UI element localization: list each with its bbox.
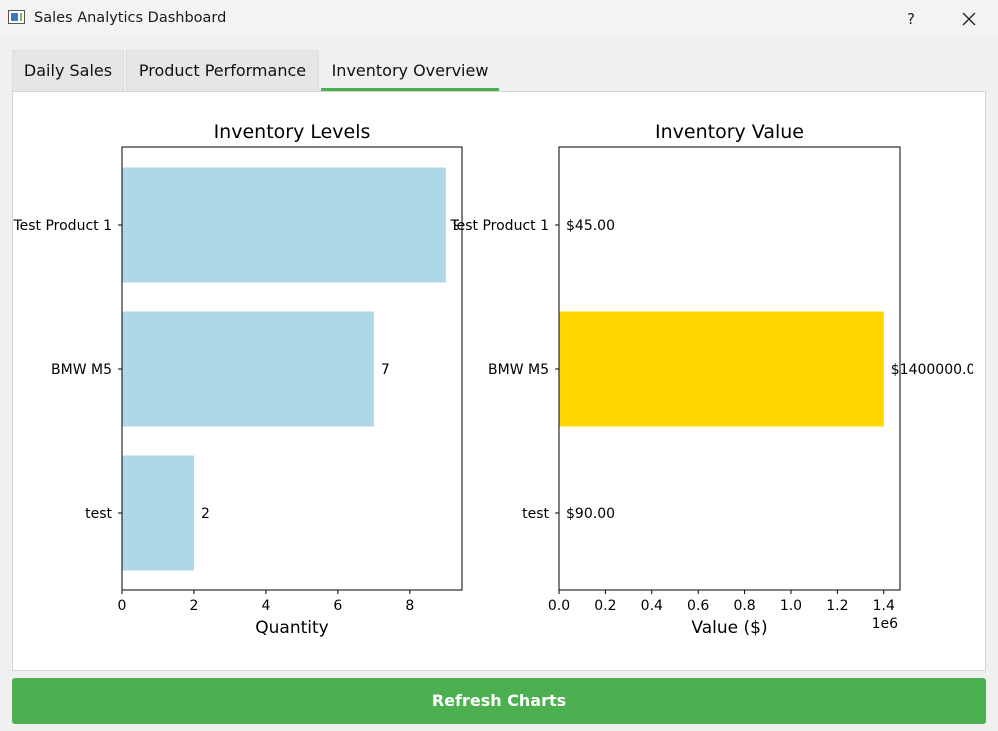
x-axis-label: Quantity [255,618,328,638]
data-label: $45.00 [566,218,615,234]
x-tick-label: 4 [261,598,270,614]
bar [122,167,446,283]
y-tick-label: test [522,506,549,522]
close-button[interactable] [955,6,983,32]
chart-title: Inventory Levels [214,121,371,143]
data-label: 2 [201,506,210,522]
window-title: Sales Analytics Dashboard [34,10,227,26]
x-tick-label: 0 [118,598,127,614]
close-icon [962,12,976,26]
x-tick-label: 1.0 [780,598,802,614]
x-tick-label: 0.6 [687,598,709,614]
x-tick-label: 0.0 [548,598,570,614]
data-label: 7 [381,362,390,378]
y-tick-label: BMW M5 [488,362,549,378]
tab-daily-sales[interactable]: Daily Sales [12,50,124,91]
x-tick-label: 0.2 [594,598,616,614]
y-tick-label: Test Product 1 [13,218,112,234]
x-tick-label: 6 [333,598,342,614]
help-button[interactable]: ? [896,6,926,32]
y-tick-label: test [85,506,112,522]
bar [122,455,194,571]
x-tick-label: 1.2 [826,598,848,614]
x-tick-label: 2 [189,598,198,614]
x-tick-label: 8 [405,598,414,614]
x-axis-label: Value ($) [691,618,767,638]
tab-product-performance[interactable]: Product Performance [126,50,319,91]
title-bar: Sales Analytics Dashboard ? [0,0,998,37]
bar [559,311,884,427]
x-tick-label: 0.8 [733,598,755,614]
refresh-charts-button[interactable]: Refresh Charts [12,678,986,724]
chart-title: Inventory Value [655,121,804,143]
y-tick-label: Test Product 1 [449,218,549,234]
data-label: $1400000.00 [891,362,985,378]
tab-inventory-overview[interactable]: Inventory Overview [321,50,499,91]
y-tick-label: BMW M5 [51,362,112,378]
chart-panel: Inventory Levels Test Product 1 BMW M5 test… [12,91,986,671]
bar [122,311,374,427]
x-tick-label: 0.4 [641,598,663,614]
data-label: $90.00 [566,506,615,522]
axis-offset-label: 1e6 [872,616,899,632]
x-tick-label: 1.4 [873,598,895,614]
inventory-charts: Inventory Levels Test Product 1 BMW M5 test… [13,121,985,638]
app-icon [8,10,25,24]
